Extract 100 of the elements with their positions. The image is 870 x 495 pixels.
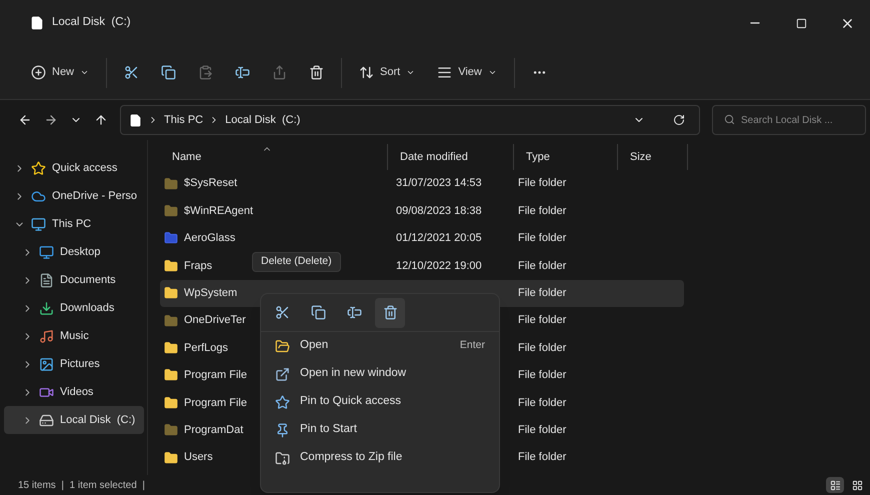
menu-item[interactable]: Open Enter: [261, 332, 499, 360]
type-cell: File folder: [518, 177, 566, 190]
type-cell: File folder: [518, 260, 566, 272]
folder-icon: [164, 368, 178, 382]
sidebar-item[interactable]: Local Disk (C:): [4, 406, 144, 434]
type-cell: File folder: [518, 232, 566, 244]
caret-icon: [488, 68, 497, 77]
menu-item[interactable]: Pin to Start: [261, 416, 499, 444]
copy-icon: [310, 305, 326, 320]
sidebar-item[interactable]: Videos: [4, 378, 144, 406]
download-icon: [39, 300, 54, 316]
date-cell: 31/07/2023 14:53: [396, 177, 482, 190]
toolbar-button[interactable]: Sort: [350, 56, 424, 88]
file-name: $SysReset: [184, 176, 238, 192]
rename-icon: [346, 305, 362, 320]
quick-action-button[interactable]: [375, 298, 405, 328]
copy-icon: [161, 65, 176, 80]
new-window-icon: [275, 366, 290, 382]
shortcut-text: Enter: [460, 338, 485, 354]
trash-icon: [382, 305, 398, 320]
scissors-icon: [124, 65, 140, 80]
sidebar-item[interactable]: Downloads: [4, 294, 144, 322]
type-cell: File folder: [518, 342, 566, 354]
column-header[interactable]: Date modified: [388, 144, 514, 170]
lines-icon: [437, 65, 452, 80]
forward-icon[interactable]: [44, 113, 58, 127]
menu-item[interactable]: Open in new window: [261, 360, 499, 388]
pin-icon: [275, 422, 290, 438]
back-icon[interactable]: [18, 113, 32, 127]
file-name: $WinREAgent: [184, 204, 254, 219]
folder-icon: [164, 450, 178, 465]
file-name: ProgramDat: [184, 422, 244, 438]
file-name: Fraps: [184, 258, 212, 274]
file-name: WpSystem: [184, 286, 238, 301]
column-header[interactable]: Type: [514, 144, 618, 170]
cloud-icon: [31, 188, 46, 204]
music-icon: [39, 328, 54, 344]
sidebar-label: Desktop: [60, 244, 100, 260]
file-name: OneDriveTer: [184, 313, 246, 328]
sidebar-label: OneDrive - Perso: [52, 188, 137, 204]
desktop-icon: [39, 244, 54, 260]
breadcrumb[interactable]: Local Disk (C:): [225, 112, 300, 128]
menu-item[interactable]: Compress to Zip file: [261, 444, 499, 472]
address-bar[interactable]: This PC Local Disk (C:): [120, 105, 700, 135]
type-cell: File folder: [518, 451, 566, 464]
breadcrumb[interactable]: This PC: [164, 112, 204, 128]
folder-icon: [164, 341, 178, 356]
up-icon[interactable]: [94, 113, 108, 127]
type-cell: File folder: [518, 369, 566, 382]
view-mode-button[interactable]: [826, 477, 844, 493]
column-header[interactable]: Name: [160, 144, 388, 170]
star-icon: [275, 394, 290, 410]
type-cell: File folder: [518, 396, 566, 409]
toolbar-button[interactable]: View: [428, 56, 506, 88]
folder-icon: [164, 231, 178, 246]
sidebar-item[interactable]: OneDrive - Perso: [4, 182, 144, 210]
type-cell: File folder: [518, 424, 566, 436]
maximize-icon: [796, 18, 806, 28]
menu-item[interactable]: Pin to Quick access: [261, 388, 499, 416]
folder-icon: [164, 258, 178, 273]
type-cell: File folder: [518, 314, 566, 326]
paste-icon: [198, 65, 214, 80]
caret-icon: [80, 68, 90, 77]
file-name: Users: [184, 450, 213, 466]
monitor-icon: [31, 216, 46, 232]
star-icon: [31, 160, 46, 176]
sidebar-label: Quick access: [52, 160, 118, 176]
sidebar-item[interactable]: Quick access: [4, 154, 144, 182]
drive-icon: [39, 412, 54, 428]
plus-circle-icon: [31, 65, 46, 80]
type-cell: File folder: [518, 204, 566, 217]
sidebar-item[interactable]: This PC: [4, 210, 144, 238]
caret-icon: [406, 68, 416, 77]
file-name: Program File: [184, 396, 247, 411]
sidebar-label: Pictures: [60, 356, 100, 372]
sidebar-label: Documents: [60, 272, 116, 288]
share-icon: [272, 65, 288, 80]
toolbar-button[interactable]: New: [22, 56, 98, 88]
folder-icon: [164, 204, 178, 218]
type-cell: File folder: [518, 287, 566, 299]
scissors-icon: [274, 305, 290, 320]
sidebar-item[interactable]: Documents: [4, 266, 144, 294]
sidebar-label: Videos: [60, 384, 94, 400]
sidebar-label: Downloads: [60, 300, 114, 316]
trash-icon: [309, 65, 324, 80]
grid-icon: [852, 480, 862, 490]
window-title: Local Disk (C:): [52, 15, 131, 30]
folder-icon: [164, 314, 178, 328]
search-field[interactable]: Search Local Disk ...: [712, 105, 866, 135]
folder-icon: [164, 423, 178, 438]
date-cell: 01/12/2021 20:05: [396, 232, 482, 244]
folder-icon: [164, 396, 178, 410]
sidebar-item[interactable]: Music: [4, 322, 144, 350]
column-header[interactable]: Size: [618, 144, 688, 170]
file-name: Program File: [184, 368, 247, 384]
rename-icon: [235, 65, 250, 80]
sidebar-item[interactable]: Desktop: [4, 238, 144, 266]
refresh-icon[interactable]: [673, 114, 685, 126]
date-cell: 12/10/2022 19:00: [396, 260, 482, 272]
sidebar-item[interactable]: Pictures: [4, 350, 144, 378]
